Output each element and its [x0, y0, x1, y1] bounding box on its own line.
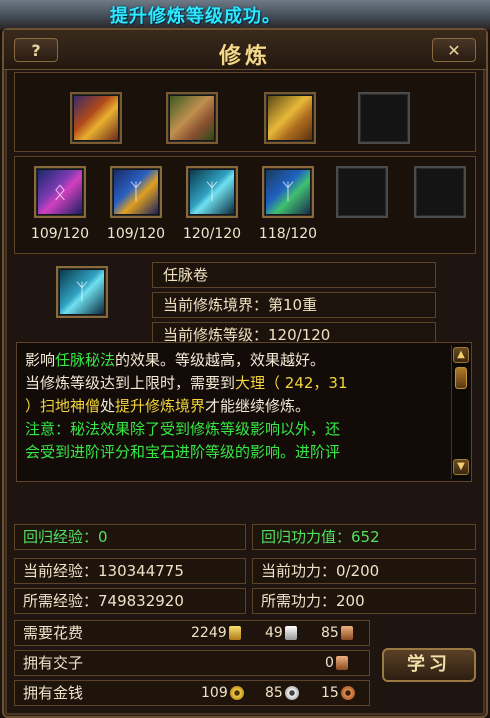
window-titlebar[interactable]: ? 修炼 ✕: [4, 30, 486, 70]
card-slot-4[interactable]: ᛉ: [262, 166, 314, 218]
desc-line: 注意：秘法效果除了受到修炼等级影响以外，还: [25, 420, 341, 438]
selected-card-name: 任脉卷: [152, 262, 436, 288]
silver-ingot-icon: [284, 626, 297, 640]
selected-card-slot: ᛉ: [56, 266, 108, 318]
gold-ingot-icon: [228, 626, 241, 640]
card-level-count: 109/120: [30, 226, 90, 242]
required-exp: 所需经验：749832920: [14, 588, 246, 614]
item-slot-empty[interactable]: [358, 92, 410, 144]
money-gold-value: 109: [201, 685, 228, 701]
cost-copper-value: 85: [321, 625, 339, 641]
money-row: 拥有金钱 109 85 15: [14, 680, 370, 706]
required-power: 所需功力：200: [252, 588, 476, 614]
meridian-card-icon: ᛉ: [60, 270, 104, 314]
item-slot-scroll[interactable]: [166, 92, 218, 144]
card-level-count: 120/120: [182, 226, 242, 242]
book-icon: [74, 96, 118, 140]
card-slot-empty-2[interactable]: [414, 166, 466, 218]
cost-label: 需要花费: [23, 624, 84, 642]
item-slot-chest[interactable]: [264, 92, 316, 144]
cost-silver-value: 49: [265, 625, 283, 641]
return-power: 回归功力值：652: [252, 524, 476, 550]
meridian-card-icon: ᛟ: [38, 170, 82, 214]
copper-coin-icon: [340, 686, 355, 700]
copper-ingot-icon: [340, 626, 353, 640]
system-toast-message: 提升修炼等级成功。: [110, 6, 281, 27]
current-exp: 当前经验：130344775: [14, 558, 246, 584]
cost-gold-value: 2249: [191, 625, 227, 641]
card-slot-empty-1[interactable]: [336, 166, 388, 218]
money-copper-value: 15: [321, 685, 339, 701]
meridian-card-icon: ᛉ: [114, 170, 158, 214]
money-label: 拥有金钱: [23, 684, 84, 702]
card-slot-3[interactable]: ᛉ: [186, 166, 238, 218]
learn-button[interactable]: 学习: [382, 648, 476, 682]
jiaozi-value: 0: [325, 655, 334, 671]
meridian-card-icon: ᛉ: [190, 170, 234, 214]
jiaozi-row: 拥有交子 0: [14, 650, 370, 676]
treasure-chest-icon: [268, 96, 312, 140]
scroll-bundle-icon: [170, 96, 214, 140]
card-slot-1[interactable]: ᛟ: [34, 166, 86, 218]
jiaozi-ingot-icon: [335, 656, 348, 670]
description-scrollbar[interactable]: ▲ ▼: [451, 345, 469, 479]
scroll-down-button[interactable]: ▼: [453, 459, 469, 475]
return-exp: 回归经验：0: [14, 524, 246, 550]
scroll-thumb[interactable]: [455, 367, 467, 389]
current-power: 当前功力：0/200: [252, 558, 476, 584]
jiaozi-label: 拥有交子: [23, 654, 84, 672]
desc-line: ）扫地神僧处提升修炼境界才能继续修炼。: [25, 397, 311, 415]
cultivation-realm: 当前修炼境界：第10重: [152, 292, 436, 318]
desc-line: 影响任脉秘法的效果。等级越高，效果越好。: [25, 351, 326, 369]
close-button[interactable]: ✕: [432, 38, 476, 62]
scroll-up-button[interactable]: ▲: [453, 347, 469, 363]
card-slot-2[interactable]: ᛉ: [110, 166, 162, 218]
silver-coin-icon: [284, 686, 299, 700]
money-silver-value: 85: [265, 685, 283, 701]
card-level-count: 118/120: [258, 226, 318, 242]
cost-row: 需要花费 2249 49 85: [14, 620, 370, 646]
gold-coin-icon: [229, 686, 244, 700]
desc-line: 会受到进阶评分和宝石进阶等级的影响。进阶评: [25, 443, 341, 461]
desc-line: 当修炼等级达到上限时，需要到大理（ 242，31: [25, 374, 348, 392]
description-box: 影响任脉秘法的效果。等级越高，效果越好。 当修炼等级达到上限时，需要到大理（ 2…: [16, 342, 472, 482]
card-level-count: 109/120: [106, 226, 166, 242]
item-slot-book[interactable]: [70, 92, 122, 144]
meridian-card-icon: ᛉ: [266, 170, 310, 214]
window-title: 修炼: [218, 44, 271, 69]
